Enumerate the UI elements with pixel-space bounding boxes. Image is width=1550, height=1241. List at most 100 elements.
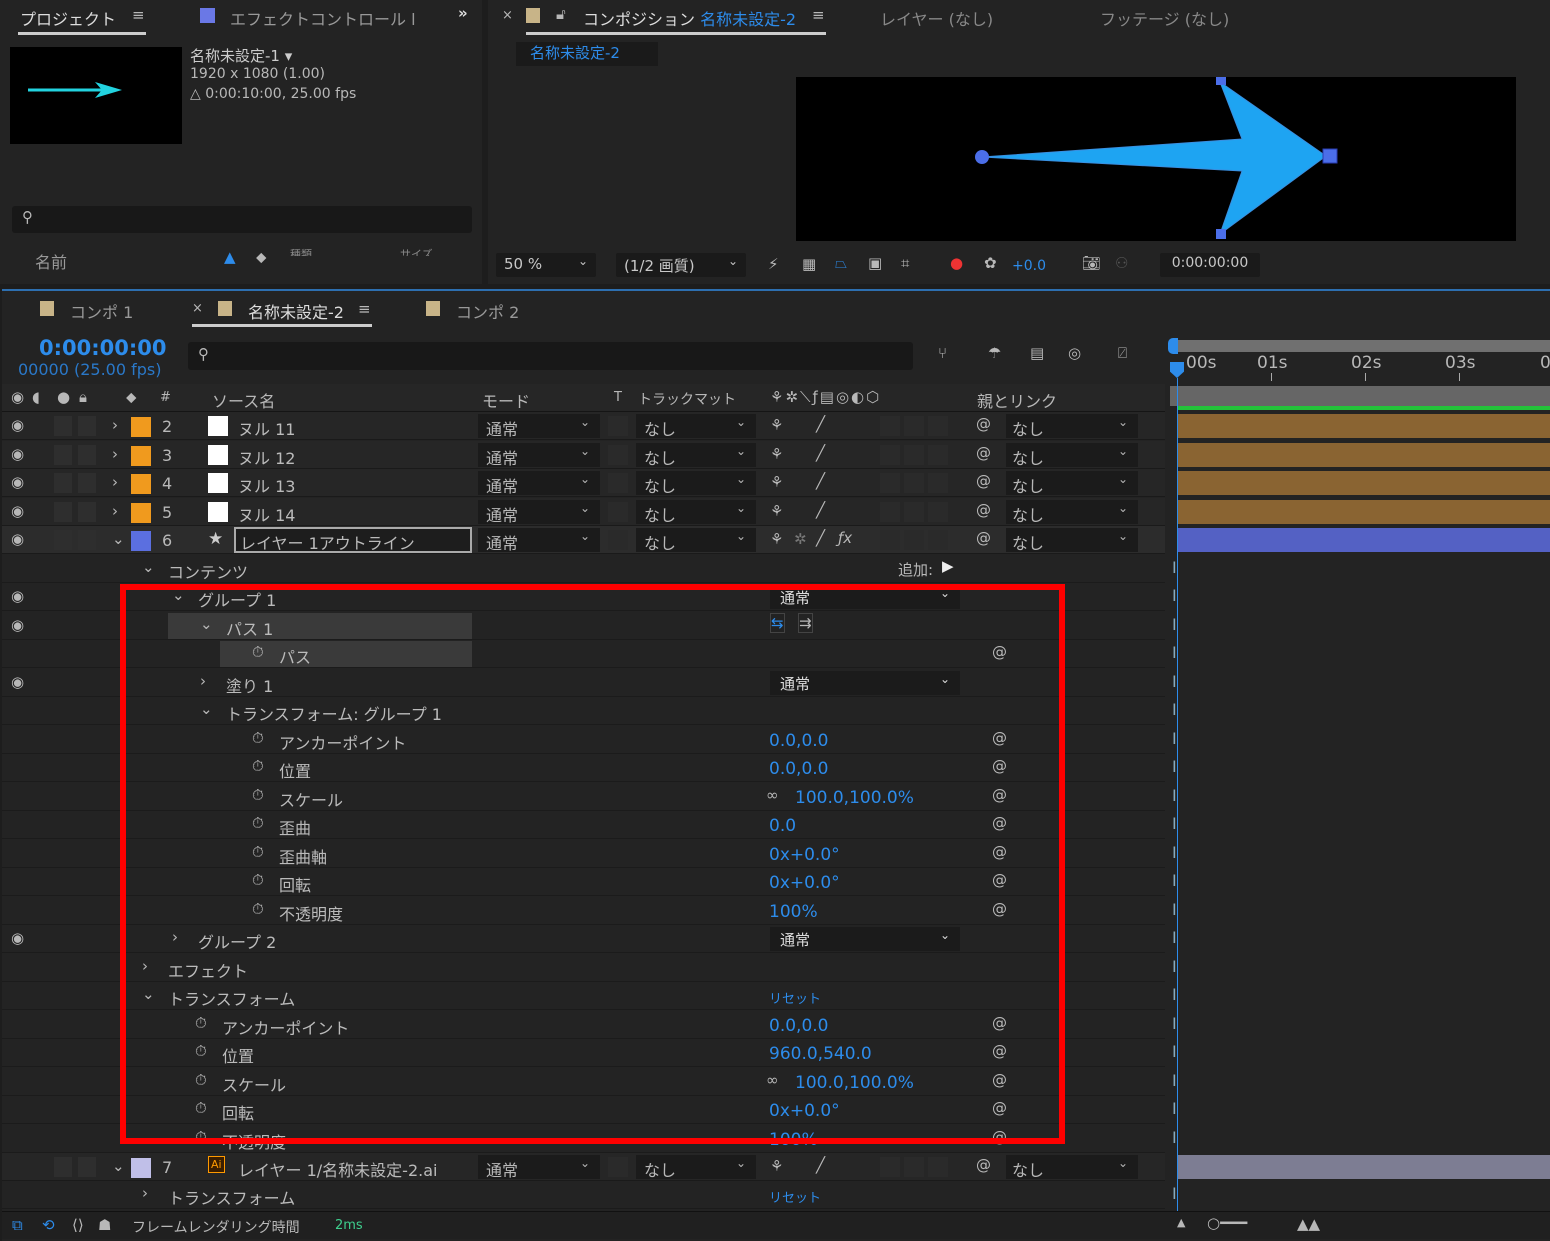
eye-icon[interactable]: ◉ [11,530,24,548]
tab-2[interactable]: コンポ 2 [456,299,519,323]
eye-icon[interactable]: ◉ [11,616,24,634]
pickwhip-icon[interactable]: @ [976,501,991,519]
audio-icon[interactable]: ◖ [32,388,40,406]
switch-box[interactable] [904,501,924,522]
switch-box[interactable] [880,416,900,436]
mode-dropdown[interactable]: 通常 [486,416,518,440]
layer-name[interactable]: ヌル 14 [238,502,295,526]
property-row[interactable]: ⌄ コンテンツ 追加: ▶ [2,554,1165,583]
chevron-down-icon[interactable]: ⌄ [112,530,125,548]
reset-link[interactable]: リセット [769,1187,821,1206]
quality-switch-icon[interactable]: ╱ [816,444,825,462]
eye-icon[interactable]: ◉ [11,502,24,520]
shy-switch-icon[interactable]: ⚘ [770,473,783,491]
switch-box[interactable] [928,530,948,550]
comp-subtab[interactable]: 名称未設定-2 [516,42,658,66]
preserve-transparency[interactable] [608,473,628,493]
layer-name[interactable]: レイヤー 1アウトライン [234,527,472,553]
timeline-search-input[interactable]: ⚲ [188,342,913,370]
exposure-icon[interactable]: ✿ [984,254,997,272]
collapse-switch-icon[interactable]: ✲ [794,530,807,548]
parent-dropdown[interactable]: なし [1012,416,1044,440]
eye-icon[interactable]: ◉ [11,473,24,491]
switch-box[interactable] [54,501,72,522]
quality-switch-icon[interactable]: ╱ [816,1156,825,1174]
shy-switch-icon[interactable]: ⚘ [770,502,783,520]
layer-switches-icon[interactable]: ⧉ [12,1216,23,1234]
zoom-slider[interactable]: ○━━━ [1207,1214,1247,1232]
quality-switch-icon[interactable]: ╱ [816,501,825,519]
trackmatte-dropdown[interactable]: なし [644,416,676,440]
switch-box[interactable] [880,501,900,522]
comp-flowchart-icon[interactable]: ⑂ [938,344,947,362]
menu-icon[interactable]: ≡ [358,300,371,318]
fast-preview-icon[interactable]: ⚡ [768,255,779,273]
layer-duration-bar[interactable] [1178,528,1550,552]
column-number[interactable]: # [160,390,171,405]
graph-editor-icon[interactable]: ⍁ [1118,344,1127,362]
tab-0[interactable]: コンポ 1 [70,299,133,323]
zoom-in-icon[interactable]: ▲▲ [1297,1215,1320,1233]
layer-duration-bar[interactable] [1178,442,1550,467]
switch-box[interactable] [880,473,900,493]
current-time[interactable]: 0:00:00:00 [39,336,166,360]
layer-row[interactable]: ◉ › 4 ヌル 13 通常 ⌄ なし ⌄ ⚘ ╱ @ なし ⌄ [2,469,1165,497]
column-t[interactable]: T [614,390,622,405]
pickwhip-icon[interactable]: @ [976,472,991,490]
layer-name[interactable]: ヌル 13 [238,473,295,497]
switch-box[interactable] [904,444,924,465]
pickwhip-icon[interactable]: @ [976,415,991,433]
comp-name[interactable]: 名称未設定-1 ▾ [190,45,292,66]
frame-blending-icon[interactable]: ▤ [1030,344,1044,362]
switch-box[interactable] [54,473,72,493]
tab-1[interactable]: 名称未設定-2 [248,299,344,323]
tab-layer[interactable]: レイヤー (なし) [880,6,993,30]
parent-dropdown[interactable]: なし [1012,473,1044,497]
chevron-right-icon[interactable]: › [112,502,118,520]
switch-box[interactable] [78,501,96,522]
switch-box[interactable] [904,530,924,550]
lock-icon[interactable]: 🔓︎ [556,5,566,23]
label-color[interactable] [131,502,151,523]
shy-switch-icon[interactable]: ⚘ [770,530,783,548]
column-parent[interactable]: 親とリンク [977,388,1057,412]
parent-dropdown[interactable]: なし [1012,1157,1044,1181]
shy-switch-icon[interactable]: ⚘ [770,416,783,434]
layer-row[interactable]: ◉ ⌄ 6 ★ レイヤー 1アウトライン 通常 ⌄ なし ⌄ ⚘ ✲ ╱ ƒx @ なし ⌄ [2,526,1165,554]
add-play-icon[interactable]: ▶ [942,557,954,575]
trackmatte-dropdown[interactable]: なし [644,1157,676,1181]
trackmatte-dropdown[interactable]: なし [644,530,676,554]
preserve-transparency[interactable] [608,416,628,436]
render-time-icon[interactable]: ☗ [98,1216,111,1234]
switch-box[interactable] [904,1156,924,1177]
viewer-timecode[interactable]: 0:00:00:00 [1160,253,1260,277]
shy-switch-icon[interactable]: ⚘ [770,445,783,463]
column-mode[interactable]: モード [482,388,530,412]
more-tabs-icon[interactable]: » [458,4,468,22]
close-icon[interactable]: × [502,8,513,23]
switch-box[interactable] [880,530,900,550]
eye-icon[interactable]: ◉ [11,929,24,947]
zoom-out-icon[interactable]: ▲ [1177,1216,1185,1229]
chevron-down-icon[interactable]: ⌄ [112,1157,125,1175]
switch-box[interactable] [928,1156,948,1177]
column-type[interactable]: 種類 [290,246,312,256]
tab-effect-controls[interactable]: エフェクトコントロール l [230,6,416,30]
trackmatte-dropdown[interactable]: なし [644,445,676,469]
switch-box[interactable] [928,501,948,522]
mask-path-icon[interactable]: ⏢ [835,254,847,272]
switch-box[interactable] [904,473,924,493]
chevron-right-icon[interactable]: › [142,1184,148,1202]
label-color[interactable] [131,417,151,437]
sort-up-icon[interactable]: ▲ [224,248,236,266]
eye-icon[interactable]: ◉ [11,673,24,691]
column-source-name[interactable]: ソース名 [212,388,275,412]
parent-dropdown[interactable]: なし [1012,530,1044,554]
tab-project[interactable]: プロジェクト [20,6,116,30]
mode-dropdown[interactable]: 通常 [486,445,518,469]
chevron-right-icon[interactable]: › [112,445,118,463]
switch-box[interactable] [928,444,948,465]
exposure-value[interactable]: +0.0 [1012,258,1046,274]
layer-duration-bar[interactable] [1178,499,1550,524]
switch-box[interactable] [928,473,948,493]
